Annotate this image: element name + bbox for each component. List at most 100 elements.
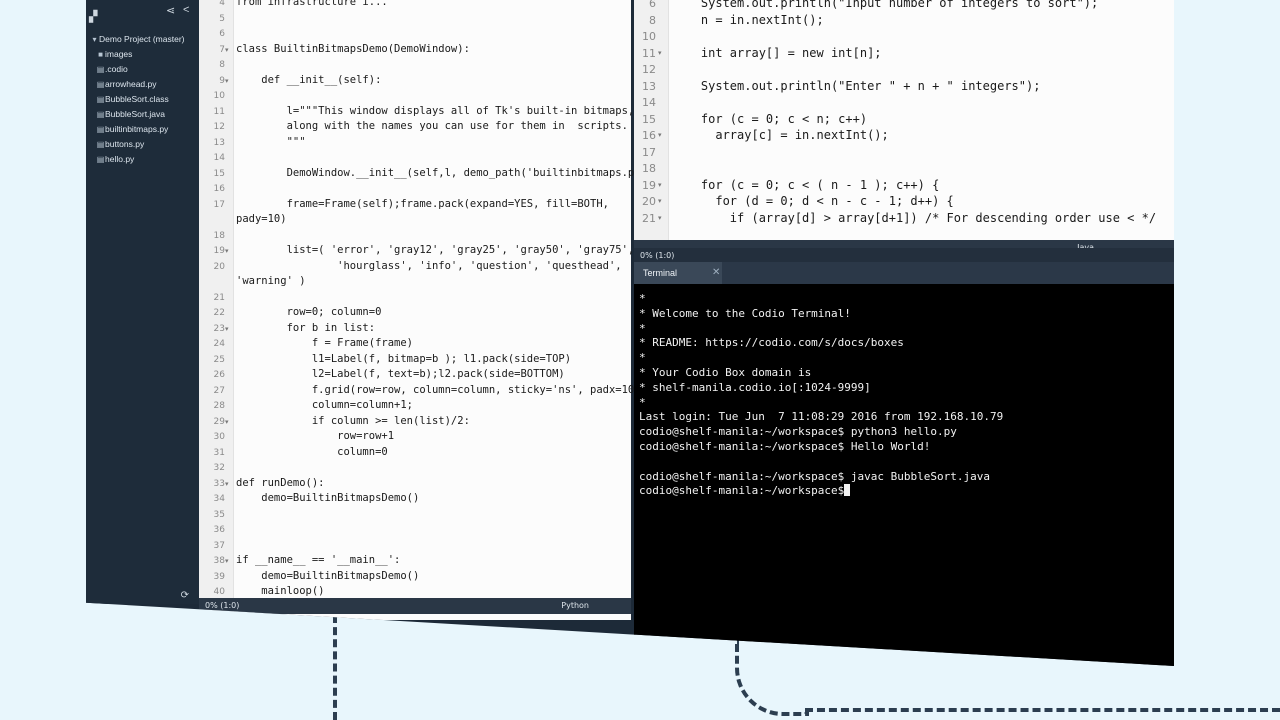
folder-icon: ■ <box>98 50 103 59</box>
code-line: def __init__(self): <box>236 73 382 86</box>
line-number: 21 <box>642 211 656 225</box>
line-number: 16 <box>642 129 656 142</box>
line-number: 14 <box>642 96 656 109</box>
file-tree-item[interactable]: ■ images <box>90 47 198 62</box>
line-number: 4 <box>219 0 225 8</box>
fold-arrow-icon[interactable]: ▾ <box>658 49 662 57</box>
line-number: 8 <box>649 13 656 27</box>
line-number: 38 <box>213 556 225 566</box>
terminal-line: Last login: Tue Jun 7 11:08:29 2016 from… <box>639 410 1004 424</box>
file-tree-item[interactable]: ▤BubbleSort.java <box>90 107 198 122</box>
terminal-line: codio@shelf-manila:~/workspace$ javac Bu… <box>639 469 990 483</box>
line-number: 16 <box>213 184 225 194</box>
fold-arrow-icon[interactable]: ▾ <box>658 131 662 139</box>
fold-arrow-icon[interactable]: ▾ <box>225 46 229 54</box>
line-number: 18 <box>642 162 656 175</box>
code-line: along with the names you can use for the… <box>236 120 628 132</box>
line-number: 39 <box>213 571 225 582</box>
line-number: 27 <box>213 385 225 396</box>
collapse-icon[interactable]: ⋖ <box>166 4 175 17</box>
code-line: demo=BuiltinBitmapsDemo() <box>236 569 420 582</box>
line-number: 8 <box>219 60 225 70</box>
file-tree-item[interactable]: ▤.codio <box>90 62 198 77</box>
ide-window: ▞ ⋖ < ▾ Demo Project (master) ■ images ▤.co… <box>86 0 1174 666</box>
terminal-line: * <box>639 321 646 335</box>
file-tree-item-label: BubbleSort.java <box>105 109 166 119</box>
code-line: l2=Label(f, text=b);l2.pack(side=BOTTOM) <box>236 368 565 380</box>
line-number: 11 <box>642 46 656 60</box>
sidebar-toolbar: ▞ ⋖ < <box>86 0 199 24</box>
file-tree-item[interactable]: ▤builtinbitmaps.py <box>90 122 198 137</box>
line-number: 28 <box>213 401 225 411</box>
fold-arrow-icon[interactable]: ▾ <box>225 325 229 333</box>
file-tree-item-label: buttons.py <box>105 139 145 149</box>
share-icon[interactable]: < <box>183 4 189 16</box>
line-number: 30 <box>213 432 225 442</box>
fold-arrow-icon[interactable]: ▾ <box>225 480 229 488</box>
python-status-bar: 0% (1:0) Python <box>199 598 631 614</box>
terminal-line: codio@shelf-manila:~/workspace$ python3 … <box>639 425 957 439</box>
file-icon: ▤ <box>96 95 105 104</box>
java-editor[interactable]: 6 System.out.println("Input number of in… <box>634 0 1174 240</box>
file-tree-item-label: images <box>105 49 133 59</box>
close-icon[interactable]: ✕ <box>712 262 720 284</box>
tab-terminal-label: Terminal <box>643 268 678 278</box>
line-number: 34 <box>213 494 225 504</box>
fold-arrow-icon[interactable]: ▾ <box>658 181 662 189</box>
fold-arrow-icon[interactable]: ▾ <box>658 197 662 205</box>
file-tree-item[interactable]: ▤BubbleSort.class <box>90 92 198 107</box>
line-number: 6 <box>649 0 656 10</box>
line-number: 19 <box>642 178 656 192</box>
terminal-line: * <box>639 351 646 365</box>
fold-arrow-icon[interactable]: ▾ <box>225 418 229 426</box>
terminal[interactable]: * * Welcome to the Codio Terminal! * * READ… <box>634 284 1174 666</box>
code-line: row=row+1 <box>236 430 395 442</box>
line-number: 23 <box>213 323 225 334</box>
file-tree-item[interactable]: ▤arrowhead.py <box>90 77 198 92</box>
python-editor[interactable]: 4 from infrastructure i... 5 6 7 ▾ class Built… <box>199 0 660 628</box>
file-tree-item-label: hello.py <box>105 154 135 164</box>
file-icon: ▤ <box>96 155 105 164</box>
line-number: 35 <box>213 509 225 520</box>
code-line: DemoWindow.__init__(self,l, demo_path('b… <box>236 166 660 179</box>
code-line: System.out.println("Enter " + n + " inte… <box>672 78 1041 93</box>
project-root[interactable]: ▾ Demo Project (master) <box>90 32 198 47</box>
line-number: 33 <box>213 478 225 489</box>
code-line: list=( 'error', 'gray12', 'gray25', 'gra… <box>236 244 635 256</box>
line-number: 31 <box>213 447 225 458</box>
line-number: 9 <box>219 75 225 86</box>
fold-arrow-icon[interactable]: ▾ <box>225 247 229 255</box>
line-number: 40 <box>213 587 225 597</box>
tab-terminal[interactable]: Terminal <box>634 262 722 284</box>
line-number: 5 <box>219 13 225 24</box>
fold-arrow-icon[interactable]: ▾ <box>225 77 229 85</box>
fold-arrow-icon[interactable]: ▾ <box>658 214 662 222</box>
line-number: 24 <box>213 339 225 349</box>
terminal-line: codio@shelf-manila:~/workspace$ <box>639 484 851 497</box>
line-number: 22 <box>213 308 225 318</box>
code-line: f = Frame(frame) <box>236 337 414 349</box>
codio-logo-icon: ▞ <box>89 11 98 23</box>
code-line: for (c = 0; c < n; c++) <box>672 111 868 126</box>
python-language[interactable]: Python <box>561 601 589 610</box>
line-number: 13 <box>642 79 656 93</box>
python-position: 0% (1:0) <box>205 601 240 610</box>
connector-line-horizontal <box>805 708 1280 712</box>
terminal-line: * Welcome to the Codio Terminal! <box>639 306 851 320</box>
code-line: l="""This window displays all of Tk's bu… <box>236 104 635 117</box>
line-number: 42 <box>213 618 225 628</box>
refresh-icon[interactable]: ⟳ <box>86 590 199 606</box>
file-tree-item[interactable]: ▤hello.py <box>90 152 198 167</box>
file-icon: ▤ <box>96 140 105 149</box>
file-tree-item[interactable]: ▤buttons.py <box>90 137 198 152</box>
terminal-line: * shelf-manila.codio.io[:1024-9999] <box>639 380 871 394</box>
code-line: if __name__ == '__main__': <box>236 554 401 566</box>
line-number: 36 <box>213 525 225 535</box>
line-number: 12 <box>642 63 656 76</box>
code-line: column=0 <box>236 445 388 458</box>
line-number: 7 <box>219 44 225 55</box>
line-number: 14 <box>213 153 225 163</box>
file-icon: ▤ <box>96 65 105 74</box>
fold-arrow-icon[interactable]: ▾ <box>225 557 229 565</box>
connector-line-left <box>333 615 337 720</box>
